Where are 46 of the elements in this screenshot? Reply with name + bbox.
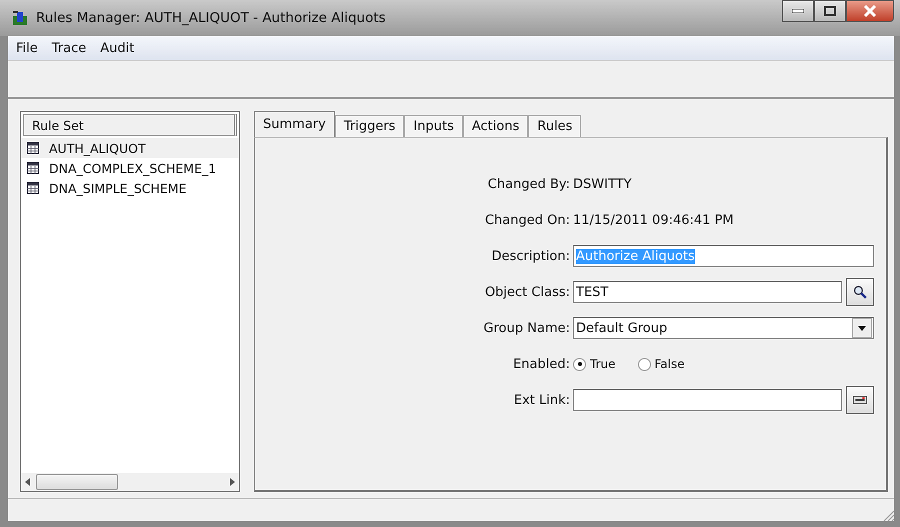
ext-link-field[interactable] <box>573 389 842 411</box>
field-label: Description: <box>490 248 571 264</box>
minimize-icon <box>792 9 804 13</box>
close-icon <box>863 5 877 17</box>
tab[interactable]: Summary <box>254 111 335 137</box>
field-value: DSWITTY <box>573 176 632 192</box>
menu-item[interactable]: Trace <box>52 40 86 56</box>
field-label: Object Class: <box>484 284 571 300</box>
link-button[interactable] <box>846 386 874 414</box>
maximize-button[interactable] <box>814 0 846 22</box>
column-header[interactable]: Rule Set <box>23 114 237 136</box>
link-icon <box>853 395 867 405</box>
tab[interactable]: Rules <box>528 115 582 137</box>
scroll-left-icon[interactable] <box>25 478 30 486</box>
menu-item[interactable]: File <box>16 40 38 56</box>
table-icon <box>27 162 39 174</box>
maximize-icon <box>824 6 836 16</box>
list-item[interactable]: DNA_SIMPLE_SCHEME <box>21 178 239 198</box>
group-name-dropdown[interactable]: Default Group <box>573 317 874 339</box>
horizontal-scrollbar[interactable] <box>21 473 239 491</box>
minimize-button[interactable] <box>782 0 814 22</box>
search-button[interactable] <box>846 278 874 306</box>
table-icon <box>27 142 39 154</box>
list-item[interactable]: DNA_COMPLEX_SCHEME_1 <box>21 158 239 178</box>
window-title: Rules Manager: AUTH_ALIQUOT - Authorize Aliquots <box>36 10 387 26</box>
tab[interactable]: Triggers <box>334 115 404 137</box>
object-class-field[interactable]: TEST <box>573 281 842 303</box>
tab[interactable]: Actions <box>462 115 528 137</box>
field-label: Changed On: <box>484 212 571 228</box>
radio-button[interactable]: False <box>638 357 685 371</box>
tab[interactable]: Inputs <box>404 115 463 137</box>
radio-button[interactable]: True <box>573 357 616 371</box>
field-label: Changed By: <box>486 176 571 192</box>
field-value: 11/15/2011 09:46:41 PM <box>573 212 734 228</box>
list-item[interactable]: AUTH_ALIQUOT <box>21 138 239 158</box>
resize-grip-icon[interactable] <box>882 509 894 521</box>
table-icon <box>27 182 39 194</box>
field-label: Group Name: <box>482 320 571 336</box>
scroll-right-icon[interactable] <box>230 478 235 486</box>
caret-icon <box>858 326 866 330</box>
menu-item[interactable]: Audit <box>100 40 134 56</box>
close-button[interactable] <box>846 0 894 22</box>
field-label: Enabled: <box>512 356 571 372</box>
search-icon <box>853 283 867 301</box>
app-icon <box>12 10 30 26</box>
field-label: Ext Link: <box>512 392 571 408</box>
